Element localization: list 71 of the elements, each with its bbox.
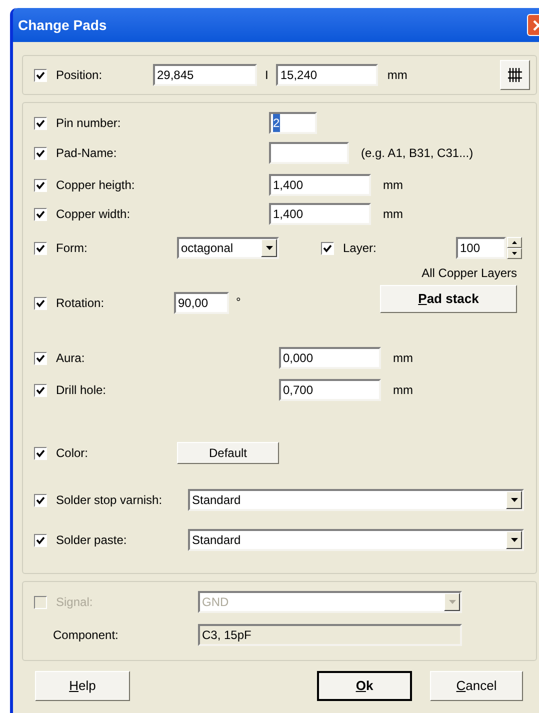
field-label: Rotation: bbox=[56, 295, 104, 312]
checkbox[interactable] bbox=[34, 352, 47, 364]
field-label: Drill hole: bbox=[56, 382, 106, 399]
grid-icon bbox=[507, 67, 523, 83]
dropdown[interactable]: Standard bbox=[188, 489, 524, 511]
checkbox[interactable] bbox=[34, 494, 47, 506]
dropdown[interactable]: Standard bbox=[188, 529, 524, 551]
dialog-button[interactable]: Cancel bbox=[430, 671, 523, 701]
grid-button[interactable] bbox=[500, 60, 530, 90]
checkbox[interactable] bbox=[34, 116, 47, 130]
dropdown-button[interactable] bbox=[506, 491, 522, 509]
layer-note: All Copper Layers bbox=[422, 265, 517, 282]
field-label: Solder stop varnish: bbox=[56, 492, 162, 509]
field-label: Signal: bbox=[56, 594, 93, 611]
read-only-field: C3, 15pF bbox=[198, 624, 462, 646]
text-field[interactable] bbox=[269, 142, 349, 164]
unit-label: mm bbox=[393, 350, 413, 367]
down-arrow-icon bbox=[512, 252, 517, 255]
checkbox[interactable] bbox=[34, 446, 47, 460]
color-button[interactable]: Default bbox=[177, 442, 279, 464]
spin-down-button[interactable] bbox=[507, 248, 522, 259]
caret-icon bbox=[510, 498, 518, 502]
unit-label: ° bbox=[236, 294, 241, 311]
field-label: Aura: bbox=[56, 350, 85, 367]
field-label: Form: bbox=[56, 240, 88, 257]
checkbox[interactable] bbox=[34, 178, 47, 192]
separator-label: I bbox=[265, 67, 268, 84]
up-arrow-icon bbox=[512, 241, 517, 244]
text-field[interactable]: 0,000 bbox=[279, 347, 381, 369]
text-field[interactable]: 100 bbox=[456, 237, 506, 259]
text-field[interactable]: 0,700 bbox=[279, 379, 381, 401]
checkbox[interactable] bbox=[34, 208, 47, 220]
checkbox[interactable] bbox=[34, 68, 47, 82]
checkbox[interactable] bbox=[34, 534, 47, 546]
text-field[interactable]: 1,400 bbox=[269, 203, 371, 225]
field-label: Copper heigth: bbox=[56, 177, 135, 194]
checkbox[interactable] bbox=[34, 296, 47, 310]
text-field[interactable]: 90,00 bbox=[174, 292, 229, 314]
unit-label: mm bbox=[387, 67, 408, 84]
field-label: Pad-Name: bbox=[56, 145, 117, 162]
checkbox[interactable] bbox=[34, 242, 47, 254]
unit-label: mm bbox=[383, 206, 403, 223]
unit-label: mm bbox=[383, 177, 403, 194]
dialog-button[interactable]: Help bbox=[35, 671, 130, 701]
caret-icon bbox=[448, 600, 456, 604]
field-label: Layer: bbox=[343, 240, 376, 257]
caret-icon bbox=[510, 538, 518, 542]
checkbox[interactable] bbox=[34, 146, 47, 160]
dialog-button[interactable]: Ok bbox=[317, 671, 412, 701]
field-label: Pin number: bbox=[56, 115, 121, 132]
field-label: Position: bbox=[56, 67, 102, 84]
checkbox[interactable] bbox=[34, 384, 47, 396]
dropdown[interactable]: octagonal bbox=[177, 237, 279, 259]
field-label: Component: bbox=[52, 627, 120, 644]
text-field[interactable]: 15,240 bbox=[276, 64, 378, 86]
dropdown-button[interactable] bbox=[444, 593, 460, 611]
unit-label: mm bbox=[393, 382, 413, 399]
field-label: Color: bbox=[56, 445, 88, 462]
caret-icon bbox=[266, 246, 272, 250]
text-field[interactable]: 2 bbox=[269, 112, 317, 134]
dropdown-button[interactable] bbox=[506, 531, 522, 549]
text-field[interactable]: 29,845 bbox=[153, 64, 257, 86]
spin-up-button[interactable] bbox=[507, 237, 522, 248]
field-label: Copper width: bbox=[56, 206, 130, 223]
dropdown-button[interactable] bbox=[261, 239, 277, 257]
hint-text: (e.g. A1, B31, C31...) bbox=[361, 145, 474, 162]
checkbox[interactable] bbox=[321, 242, 334, 254]
window-title: Change Pads bbox=[18, 16, 107, 35]
dialog-button[interactable]: Pad stack bbox=[380, 285, 517, 313]
text-field[interactable]: 1,400 bbox=[269, 174, 371, 196]
field-label: Solder paste: bbox=[56, 532, 127, 549]
